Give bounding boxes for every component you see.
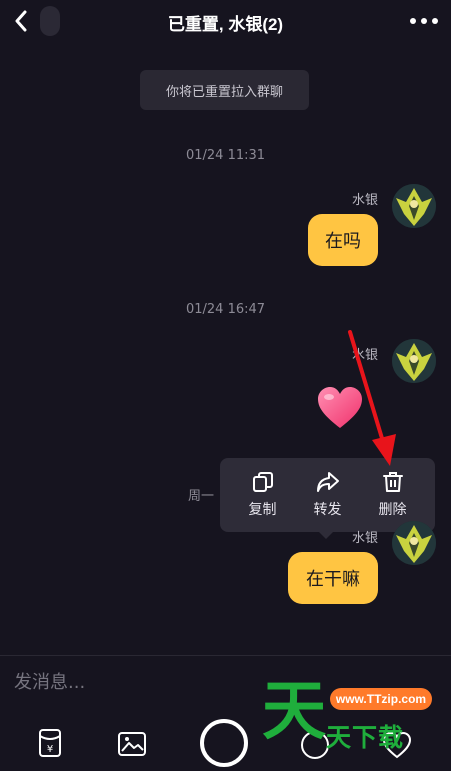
forward-menu-item[interactable]: 转发 (300, 471, 356, 519)
copy-label: 复制 (248, 502, 277, 518)
copy-icon (252, 472, 273, 492)
image-icon (118, 732, 146, 756)
group-avatar[interactable] (40, 6, 60, 36)
watermark-logo: 天 (262, 674, 326, 749)
back-icon (15, 10, 27, 32)
avatar[interactable] (392, 184, 436, 228)
forward-label: 转发 (313, 502, 342, 518)
copy-menu-item[interactable]: 复制 (235, 471, 291, 519)
image-button[interactable] (116, 730, 148, 758)
watermark-url: www.TTzip.com (330, 688, 432, 710)
delete-label: 删除 (378, 502, 407, 518)
message-bubble[interactable]: 在干嘛 (288, 552, 378, 604)
watermark-name: 天下载 (326, 723, 405, 752)
timestamp: 01/24 16:47 (185, 302, 266, 317)
red-envelope-button[interactable]: ¥ (36, 728, 64, 758)
record-button[interactable] (200, 719, 248, 767)
more-icon (410, 18, 438, 24)
more-button[interactable] (409, 12, 439, 30)
system-message: 你将已重置拉入群聊 (140, 70, 309, 110)
top-bar: 已重置, 水银(2) (0, 0, 451, 44)
message-input[interactable]: 发消息... (14, 668, 85, 694)
delete-menu-item[interactable]: 删除 (365, 471, 421, 519)
red-envelope-icon: ¥ (39, 729, 61, 757)
chat-title: 已重置, 水银(2) (167, 14, 284, 34)
svg-text:¥: ¥ (47, 744, 53, 755)
forward-icon (316, 472, 339, 492)
timestamp: 周一 (188, 489, 215, 504)
sender-name: 水银 (351, 531, 378, 546)
back-button[interactable] (8, 8, 34, 34)
context-menu-tail (318, 531, 334, 539)
avatar[interactable] (392, 521, 436, 565)
timestamp: 01/24 11:31 (185, 148, 266, 163)
sender-name: 水银 (351, 193, 378, 208)
trash-icon (382, 472, 403, 492)
input-divider (0, 655, 451, 656)
context-menu: 复制 转发 删除 (220, 458, 435, 532)
message-bubble[interactable]: 在吗 (308, 214, 378, 266)
annotation-arrow (348, 330, 396, 466)
